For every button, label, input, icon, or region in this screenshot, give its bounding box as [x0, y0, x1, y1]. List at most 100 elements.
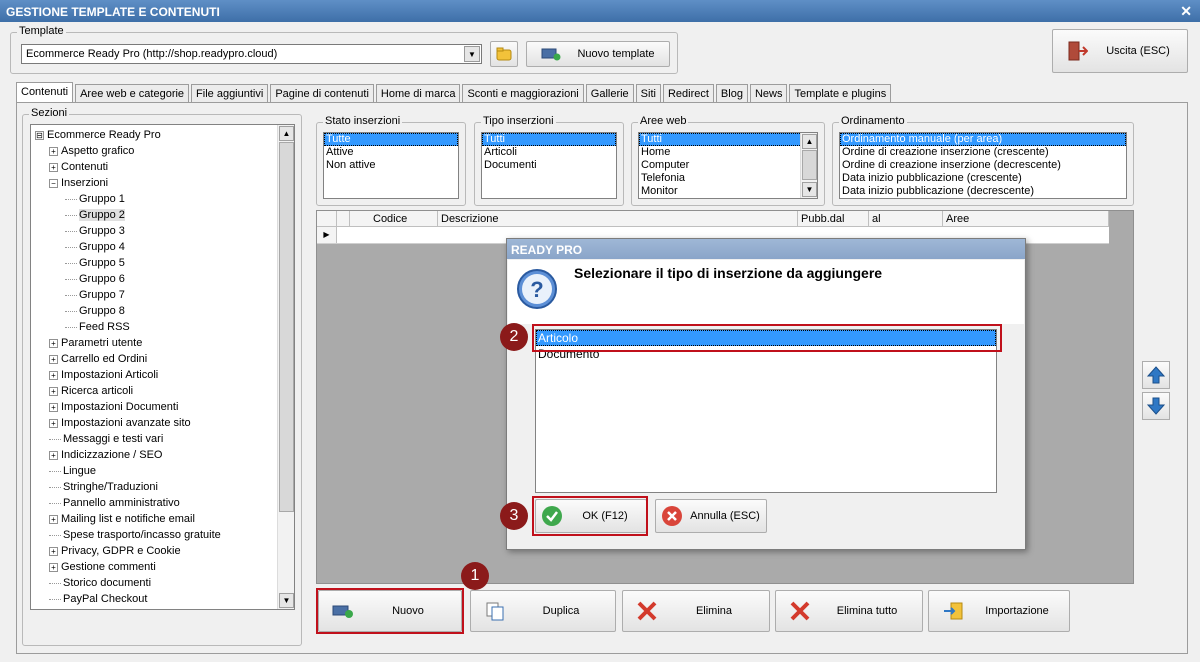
- ordinamento-list[interactable]: Ordinamento manuale (per area) Ordine di…: [839, 132, 1127, 199]
- tree-item[interactable]: Feed RSS: [65, 319, 130, 335]
- tree-item[interactable]: Stringhe/Traduzioni: [49, 479, 158, 495]
- expand-icon[interactable]: +: [49, 355, 58, 364]
- expand-icon[interactable]: +: [49, 547, 58, 556]
- expand-icon[interactable]: +: [49, 147, 58, 156]
- list-item[interactable]: Tutti: [639, 133, 802, 146]
- list-item[interactable]: Attive: [324, 146, 458, 159]
- list-item[interactable]: Telefonia: [639, 172, 802, 185]
- scroll-down-icon[interactable]: ▼: [279, 593, 294, 608]
- cancel-button[interactable]: Annulla (ESC): [655, 499, 767, 533]
- grid-col-pubb-dal[interactable]: Pubb.dal: [798, 211, 869, 227]
- list-item[interactable]: Ordinamento manuale (per area): [840, 133, 1126, 146]
- expand-icon[interactable]: +: [49, 419, 58, 428]
- list-item[interactable]: Data inizio pubblicazione (crescente): [840, 172, 1126, 185]
- list-item[interactable]: Articoli: [482, 146, 616, 159]
- new-template-button[interactable]: Nuovo template: [526, 41, 670, 67]
- grid-col-al[interactable]: al: [869, 211, 943, 227]
- tab-home-marca[interactable]: Home di marca: [375, 84, 461, 103]
- template-folder-button[interactable]: [490, 41, 518, 67]
- stato-list[interactable]: Tutte Attive Non attive: [323, 132, 459, 199]
- elimina-tutto-button[interactable]: Elimina tutto: [775, 590, 923, 632]
- tree-item[interactable]: ⊟ Ecommerce Ready Pro: [35, 127, 161, 143]
- tree-item[interactable]: + Impostazioni Articoli: [49, 367, 158, 383]
- tree-item[interactable]: + Indicizzazione / SEO: [49, 447, 163, 463]
- insertion-type-list[interactable]: Articolo Documento: [535, 329, 997, 493]
- scroll-down-icon[interactable]: ▼: [802, 182, 817, 197]
- tree-item[interactable]: + Contenuti: [49, 159, 108, 175]
- tab-gallerie[interactable]: Gallerie: [585, 84, 634, 103]
- expand-icon[interactable]: +: [49, 515, 58, 524]
- grid-col-codice[interactable]: Codice: [370, 211, 438, 227]
- tree-item[interactable]: PayPal Checkout: [49, 591, 147, 607]
- tab-sconti[interactable]: Sconti e maggiorazioni: [462, 84, 584, 103]
- expand-icon[interactable]: +: [49, 163, 58, 172]
- scroll-thumb[interactable]: [279, 142, 294, 512]
- collapse-icon[interactable]: −: [49, 179, 58, 188]
- aree-list[interactable]: Tutti Home Computer Telefonia Monitor ▲ …: [638, 132, 818, 199]
- grid-col-descrizione[interactable]: Descrizione: [438, 211, 798, 227]
- tree-item[interactable]: + Impostazioni avanzate sito: [49, 415, 191, 431]
- tab-file-aggiuntivi[interactable]: File aggiuntivi: [191, 84, 269, 103]
- tree-item[interactable]: + Mailing list e notifiche email: [49, 511, 195, 527]
- expand-icon[interactable]: +: [49, 371, 58, 380]
- list-item[interactable]: Non attive: [324, 159, 458, 172]
- chevron-down-icon[interactable]: ▼: [464, 46, 480, 62]
- tab-news[interactable]: News: [749, 84, 788, 103]
- tree-scrollbar[interactable]: ▲ ▼: [277, 125, 294, 609]
- expand-icon[interactable]: +: [49, 563, 58, 572]
- tab-aree-web[interactable]: Aree web e categorie: [75, 84, 190, 103]
- tree-item[interactable]: + Aspetto grafico: [49, 143, 134, 159]
- list-item[interactable]: Tutte: [324, 133, 458, 146]
- tree-item[interactable]: Gruppo 1: [65, 191, 125, 207]
- tab-redirect[interactable]: Redirect: [662, 84, 714, 103]
- scroll-up-icon[interactable]: ▲: [802, 134, 817, 149]
- tree-item[interactable]: Gruppo 4: [65, 239, 125, 255]
- elimina-button[interactable]: Elimina: [622, 590, 770, 632]
- grid-col-aree[interactable]: Aree: [943, 211, 1109, 227]
- close-icon[interactable]: ✕: [1180, 3, 1192, 20]
- tab-pagine-contenuti[interactable]: Pagine di contenuti: [270, 84, 374, 103]
- tree-item[interactable]: Spese trasporto/incasso gratuite: [49, 527, 221, 543]
- exit-button[interactable]: Uscita (ESC): [1052, 29, 1188, 73]
- list-item[interactable]: Tutti: [482, 133, 616, 146]
- tree-item[interactable]: − Inserzioni: [49, 175, 108, 191]
- tree-item[interactable]: + Privacy, GDPR e Cookie: [49, 543, 181, 559]
- expand-icon[interactable]: +: [49, 403, 58, 412]
- tab-blog[interactable]: Blog: [715, 84, 748, 103]
- tree-item[interactable]: Gruppo 2: [65, 207, 125, 223]
- list-item[interactable]: Data inizio pubblicazione (decrescente): [840, 185, 1126, 198]
- tab-template-plugins[interactable]: Template e plugins: [789, 84, 892, 103]
- list-item[interactable]: Computer: [639, 159, 802, 172]
- scroll-up-icon[interactable]: ▲: [279, 126, 294, 141]
- tree-item[interactable]: Gruppo 3: [65, 223, 125, 239]
- tree-item[interactable]: + Impostazioni Documenti: [49, 399, 178, 415]
- tree-item[interactable]: + Parametri utente: [49, 335, 142, 351]
- list-item[interactable]: Ordine di creazione inserzione (crescent…: [840, 146, 1126, 159]
- importazione-button[interactable]: Importazione: [928, 590, 1070, 632]
- tree-item[interactable]: Gruppo 7: [65, 287, 125, 303]
- tree-item[interactable]: + Ricerca articoli: [49, 383, 133, 399]
- collapse-icon[interactable]: ⊟: [35, 131, 44, 140]
- tree-item[interactable]: Storico documenti: [49, 575, 151, 591]
- list-item[interactable]: Monitor: [639, 185, 802, 198]
- tree-item[interactable]: Messaggi e testi vari: [49, 431, 163, 447]
- list-item[interactable]: Documenti: [482, 159, 616, 172]
- list-item[interactable]: Home: [639, 146, 802, 159]
- tree-item[interactable]: Pannello amministrativo: [49, 495, 180, 511]
- tipo-list[interactable]: Tutti Articoli Documenti: [481, 132, 617, 199]
- expand-icon[interactable]: +: [49, 339, 58, 348]
- aree-scrollbar[interactable]: ▲ ▼: [800, 133, 817, 198]
- expand-icon[interactable]: +: [49, 387, 58, 396]
- scroll-thumb[interactable]: [802, 150, 817, 180]
- move-down-button[interactable]: [1142, 392, 1170, 420]
- expand-icon[interactable]: +: [49, 451, 58, 460]
- tree-item[interactable]: Gruppo 5: [65, 255, 125, 271]
- move-up-button[interactable]: [1142, 361, 1170, 389]
- list-item[interactable]: Ordine di creazione inserzione (decresce…: [840, 159, 1126, 172]
- tree-item[interactable]: Gruppo 8: [65, 303, 125, 319]
- tree-item[interactable]: Lingue: [49, 463, 96, 479]
- tree-item[interactable]: Gruppo 6: [65, 271, 125, 287]
- tree-item[interactable]: + Carrello ed Ordini: [49, 351, 147, 367]
- tree-item[interactable]: + Gestione commenti: [49, 559, 156, 575]
- duplica-button[interactable]: Duplica: [470, 590, 616, 632]
